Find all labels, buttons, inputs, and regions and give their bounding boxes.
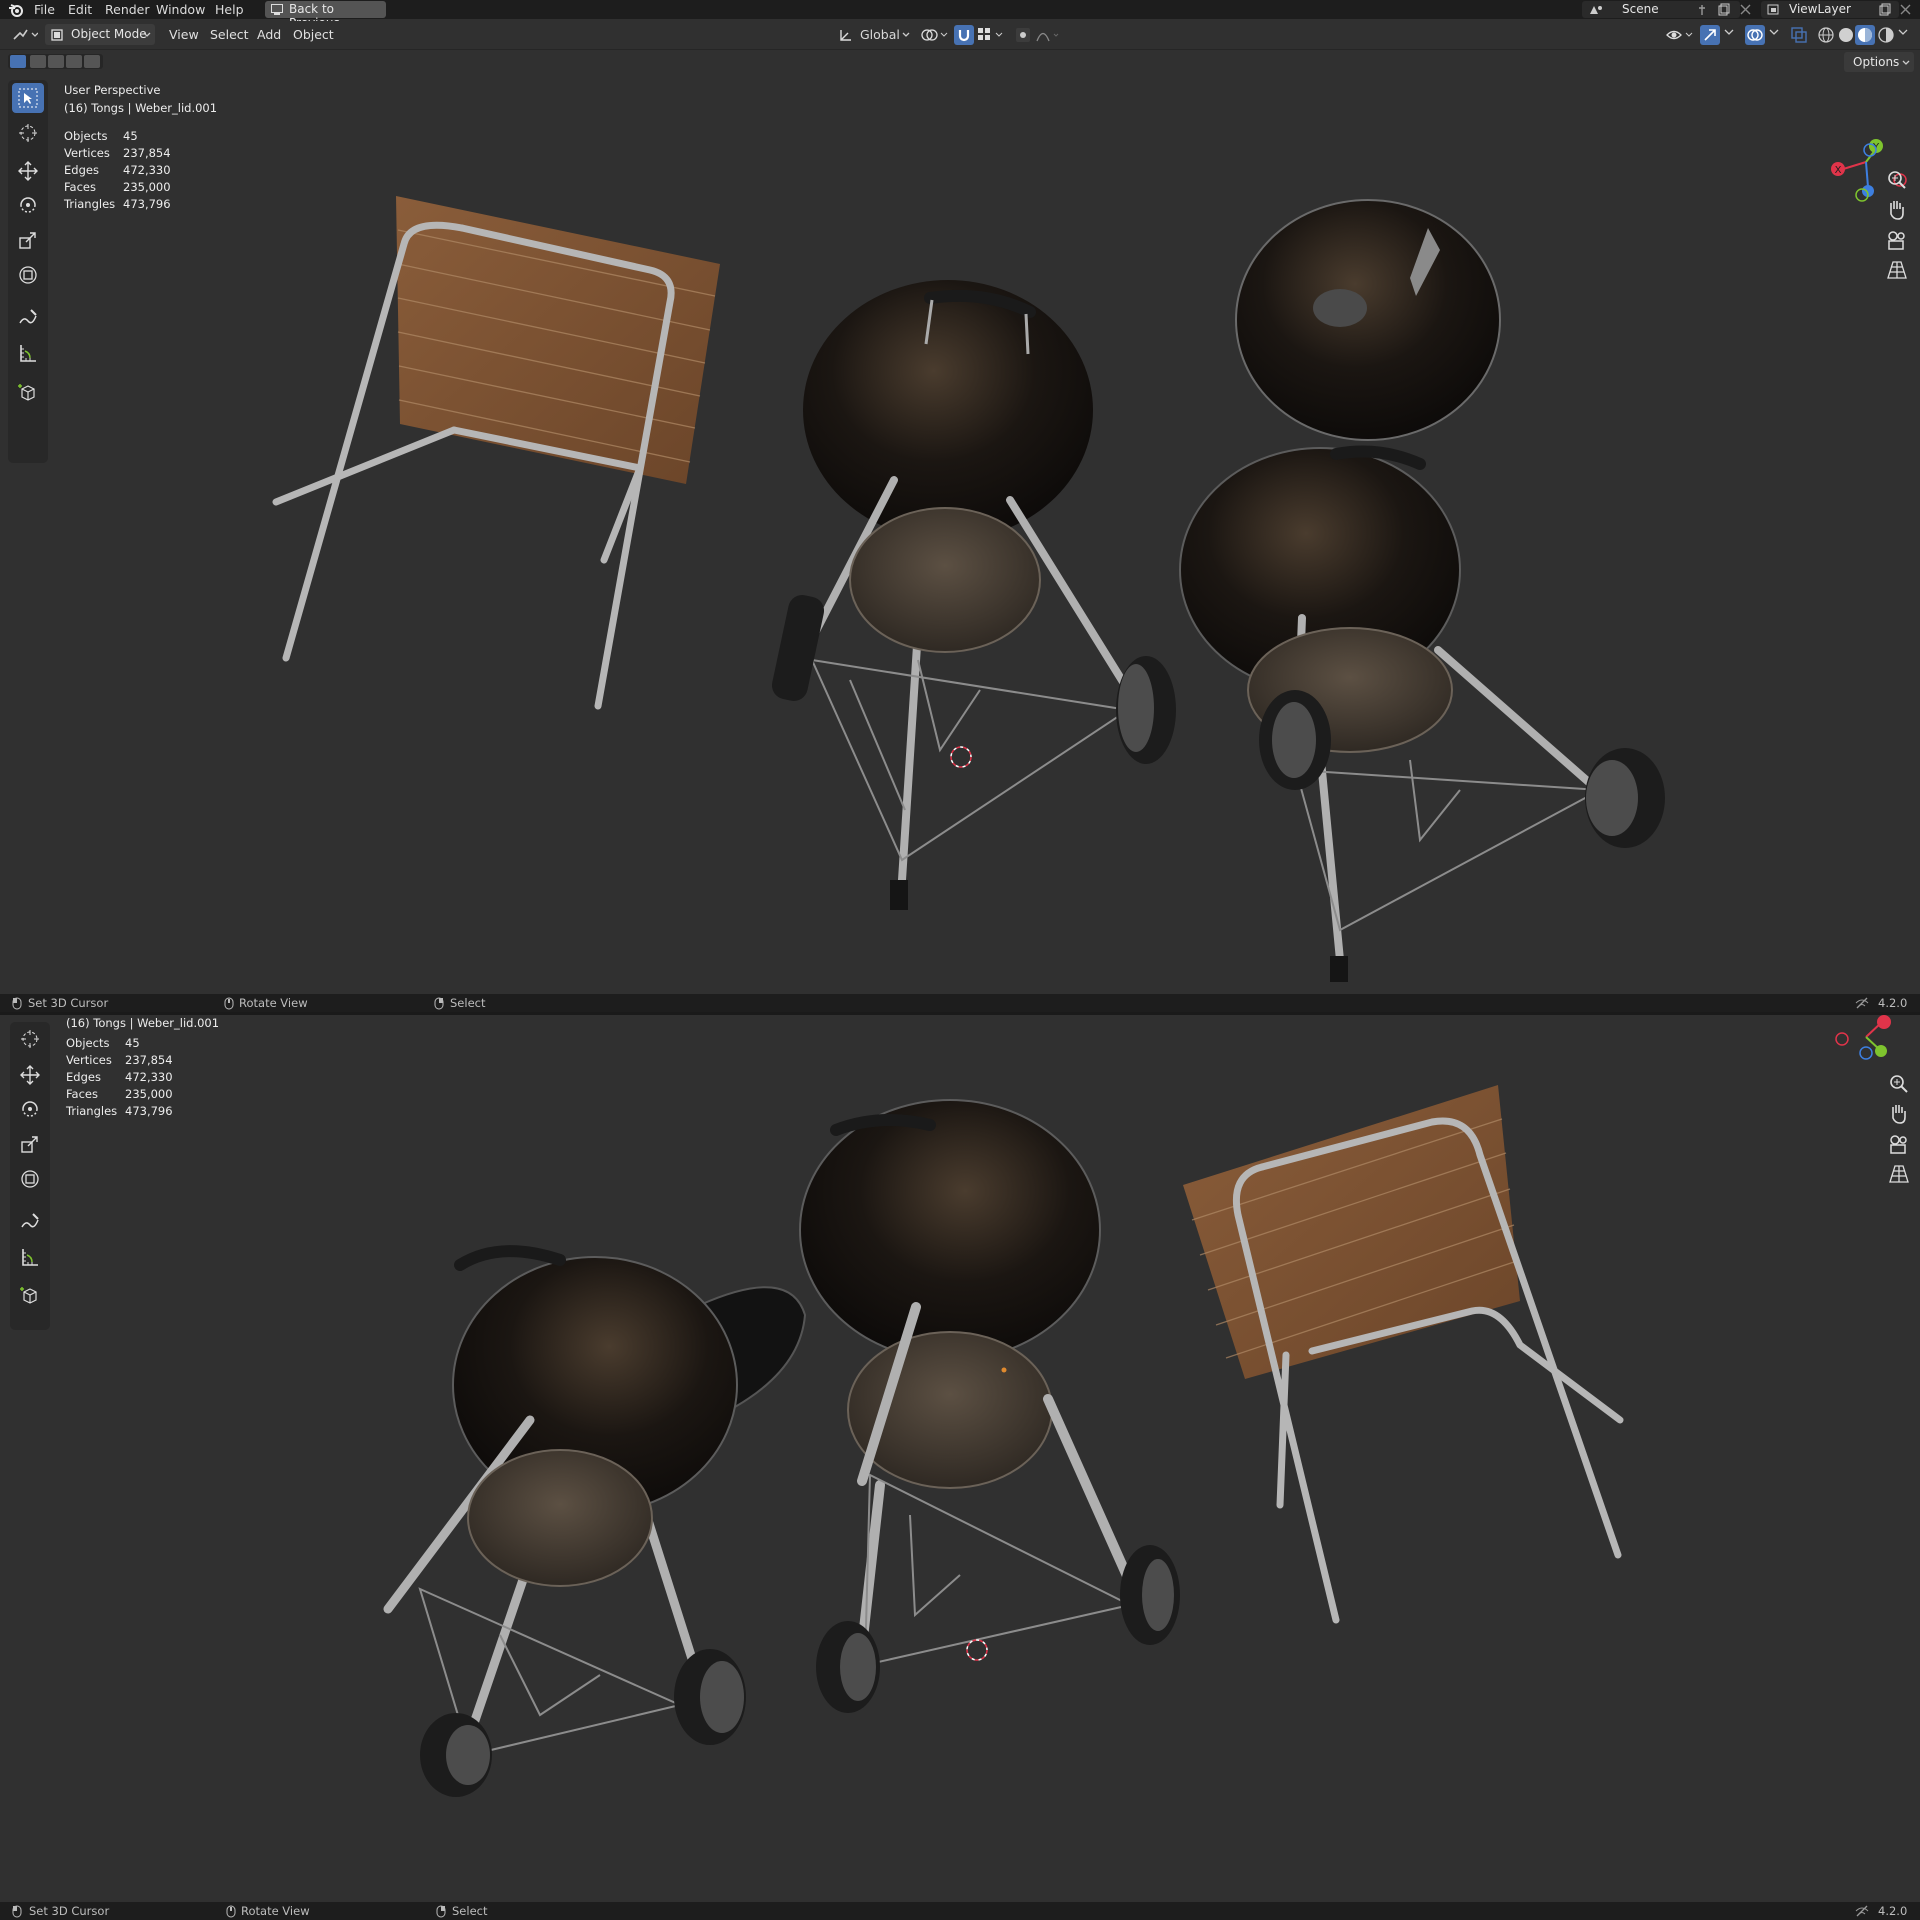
hint-rotate-view: Rotate View <box>241 1904 310 1918</box>
version-label: 4.2.0 <box>1878 996 1908 1010</box>
top-menu-bar: File Edit Render Window Help Back to Pre… <box>0 0 1920 30</box>
chevron-down-icon <box>143 32 151 37</box>
hint-set-3d-cursor: Set 3D Cursor <box>28 996 109 1010</box>
mouse-left-icon <box>12 997 22 1010</box>
overlays-icon <box>1747 29 1763 41</box>
menu-window[interactable]: Window <box>156 2 205 17</box>
solid-shading-icon[interactable] <box>1837 26 1855 44</box>
mouse-left-icon <box>12 1905 22 1918</box>
kettle-grill-middle <box>799 1099 1180 1713</box>
proportional-editing-icon[interactable] <box>1015 26 1061 44</box>
pivot-point-icon[interactable] <box>920 27 948 43</box>
menu-file[interactable]: File <box>34 2 55 17</box>
kettle-grill-left <box>771 280 1176 910</box>
gizmo-toggle[interactable] <box>1700 25 1720 45</box>
network-off-icon <box>1855 1905 1869 1917</box>
material-shading-icon <box>1858 28 1872 42</box>
kettle-grill-left <box>383 1245 807 1797</box>
viewport-header: Object Mode View Select Add Object Globa… <box>0 21 1920 50</box>
mode-selector[interactable]: Object Mode <box>45 24 155 45</box>
mouse-right-icon <box>436 1905 446 1918</box>
viewport-bottom[interactable]: (16) Tongs | Weber_lid.001 Objects 45 Ver… <box>0 1015 1920 1900</box>
back-to-previous-button[interactable]: Back to Previous <box>265 1 386 30</box>
orientation-icon <box>840 30 851 41</box>
status-bar-top: Set 3D Cursor Rotate View Select 4.2.0 <box>0 994 1920 1012</box>
scene-icon <box>1590 6 1602 14</box>
chevron-down-icon <box>902 32 910 37</box>
version-label: 4.2.0 <box>1878 1904 1908 1918</box>
delete-view-layer-icon[interactable] <box>1900 4 1911 15</box>
3d-cursor <box>966 1639 988 1661</box>
menu-view[interactable]: View <box>169 27 199 42</box>
mouse-middle-icon <box>224 997 234 1010</box>
gizmo-icon <box>1704 29 1716 41</box>
chevron-down-icon[interactable] <box>1724 29 1734 37</box>
scene-name: Scene <box>1622 2 1659 16</box>
rendered-shading-icon[interactable] <box>1877 26 1895 44</box>
menu-help[interactable]: Help <box>215 2 244 17</box>
scene-render-top <box>272 196 1665 982</box>
menu-render[interactable]: Render <box>105 2 150 17</box>
network-off-icon <box>1855 997 1869 1009</box>
new-view-layer-icon[interactable] <box>1879 3 1891 16</box>
view-layer-name: ViewLayer <box>1789 2 1851 16</box>
new-scene-icon[interactable] <box>1718 3 1730 16</box>
chevron-down-icon[interactable] <box>1769 29 1779 37</box>
viewport-top[interactable]: Options User Perspective (16) Tongs | We… <box>0 50 1920 994</box>
mouse-middle-icon <box>226 1905 236 1918</box>
hint-rotate-view: Rotate View <box>239 996 308 1010</box>
transform-orientation-dropdown[interactable]: Global <box>836 24 916 45</box>
menu-add[interactable]: Add <box>257 27 281 42</box>
visibility-icon[interactable] <box>1666 27 1694 43</box>
wireframe-shading-icon[interactable] <box>1817 26 1835 44</box>
scene-render-bottom <box>383 1085 1624 1797</box>
mode-label: Object Mode <box>71 27 147 41</box>
view-layer-icon <box>1767 4 1779 15</box>
status-bar-bottom: Set 3D Cursor Rotate View Select 4.2.0 <box>0 1902 1920 1920</box>
overlays-toggle[interactable] <box>1745 25 1765 45</box>
orientation-label: Global <box>860 27 900 42</box>
hint-set-3d-cursor: Set 3D Cursor <box>29 1904 110 1918</box>
snap-toggle[interactable] <box>954 25 974 45</box>
screen-icon <box>271 4 283 15</box>
kettle-grill-right <box>1179 199 1665 982</box>
menu-edit[interactable]: Edit <box>68 2 92 17</box>
editor-type-icon[interactable] <box>12 27 38 43</box>
delete-scene-icon[interactable] <box>1740 4 1751 15</box>
wooden-table <box>1183 1085 1624 1624</box>
material-preview-toggle[interactable] <box>1855 25 1875 45</box>
object-mode-icon <box>51 29 63 41</box>
scene-selector[interactable]: Scene <box>1582 1 1740 18</box>
mouse-right-icon <box>434 997 444 1010</box>
hint-select: Select <box>450 996 486 1010</box>
snap-target-icon[interactable] <box>977 27 1007 43</box>
xray-toggle-icon[interactable] <box>1791 27 1807 43</box>
menu-select[interactable]: Select <box>210 27 249 42</box>
wooden-table <box>272 196 720 710</box>
pin-icon[interactable] <box>1696 4 1708 16</box>
menu-object[interactable]: Object <box>293 27 334 42</box>
blender-logo-icon[interactable] <box>8 2 24 21</box>
view-layer-selector[interactable]: ViewLayer <box>1761 1 1899 18</box>
3d-cursor <box>950 746 972 768</box>
chevron-down-icon[interactable] <box>1898 29 1908 37</box>
hint-select: Select <box>452 1904 488 1918</box>
magnet-icon <box>958 30 970 42</box>
